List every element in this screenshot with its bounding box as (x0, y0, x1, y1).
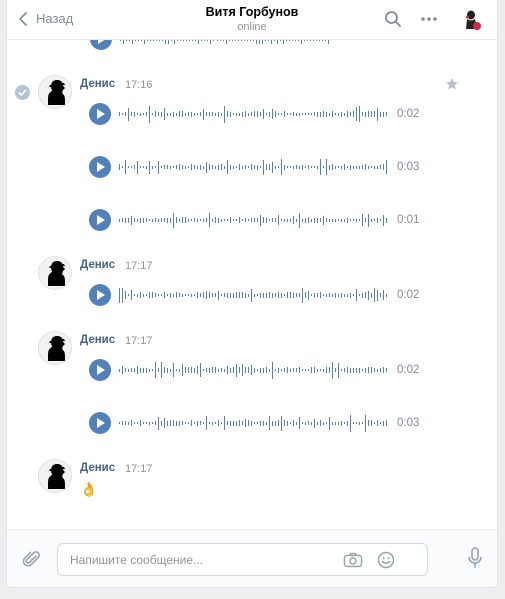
voice-message: 0:02 (89, 359, 429, 381)
voice-duration: 0:02 (397, 364, 420, 376)
more-icon[interactable] (421, 16, 437, 22)
online-status: online (237, 21, 267, 33)
composer (7, 529, 497, 587)
play-button[interactable] (89, 412, 111, 434)
partial-voice-message (90, 40, 330, 50)
message-input-wrap (57, 543, 428, 576)
play-button[interactable] (89, 209, 111, 231)
chat-header: Назад Витя Горбунов online (7, 0, 497, 40)
voice-waveform[interactable] (119, 103, 387, 125)
message-time: 17:16 (125, 79, 153, 91)
emoji-ok: 👌 (80, 481, 98, 497)
voice-duration: 0:02 (397, 289, 420, 301)
voice-message: 0:03 (89, 412, 429, 434)
play-button[interactable] (89, 284, 111, 306)
star-icon[interactable] (445, 77, 459, 91)
camera-icon[interactable] (343, 552, 363, 568)
avatar[interactable] (38, 75, 72, 109)
selected-check-icon[interactable] (15, 85, 30, 100)
back-button[interactable]: Назад (19, 11, 73, 26)
voice-duration: 0:03 (397, 417, 420, 429)
contact-avatar[interactable] (459, 7, 485, 33)
search-icon[interactable] (384, 10, 402, 28)
message-time: 17:17 (125, 335, 153, 347)
microphone-icon[interactable] (467, 547, 483, 569)
voice-waveform[interactable] (119, 359, 387, 381)
message-author[interactable]: Денис (80, 78, 115, 90)
avatar[interactable] (38, 459, 72, 493)
message-author[interactable]: Денис (80, 334, 115, 346)
voice-waveform[interactable] (120, 40, 330, 50)
message-author[interactable]: Денис (80, 462, 115, 474)
voice-duration: 0:03 (397, 161, 420, 173)
avatar[interactable] (38, 331, 72, 365)
voice-waveform[interactable] (119, 209, 387, 231)
voice-message: 0:01 (89, 209, 429, 231)
chevron-left-icon (19, 11, 27, 26)
back-label: Назад (36, 11, 74, 26)
voice-message: 0:02 (89, 284, 429, 306)
paperclip-icon[interactable] (22, 549, 42, 569)
chat-window: Назад Витя Горбунов online Денис 17:16 0:0… (6, 0, 498, 588)
voice-message: 0:02 (89, 103, 429, 125)
voice-duration: 0:02 (397, 108, 420, 120)
smile-icon[interactable] (377, 551, 395, 569)
voice-waveform[interactable] (119, 412, 387, 434)
voice-duration: 0:01 (397, 214, 420, 226)
message-time: 17:17 (125, 260, 153, 272)
play-button[interactable] (90, 40, 112, 50)
voice-waveform[interactable] (119, 156, 387, 178)
message-feed[interactable]: Денис 17:16 0:02 0:03 0:01 Денис 17:17 0:02 Дени… (7, 40, 497, 529)
voice-waveform[interactable] (119, 284, 387, 306)
message-author[interactable]: Денис (80, 259, 115, 271)
message-input[interactable] (70, 544, 350, 575)
message-time: 17:17 (125, 463, 153, 475)
play-button[interactable] (89, 156, 111, 178)
contact-avatar-image (466, 10, 481, 30)
play-button[interactable] (89, 103, 111, 125)
avatar[interactable] (38, 256, 72, 290)
voice-message: 0:03 (89, 156, 429, 178)
play-button[interactable] (89, 359, 111, 381)
